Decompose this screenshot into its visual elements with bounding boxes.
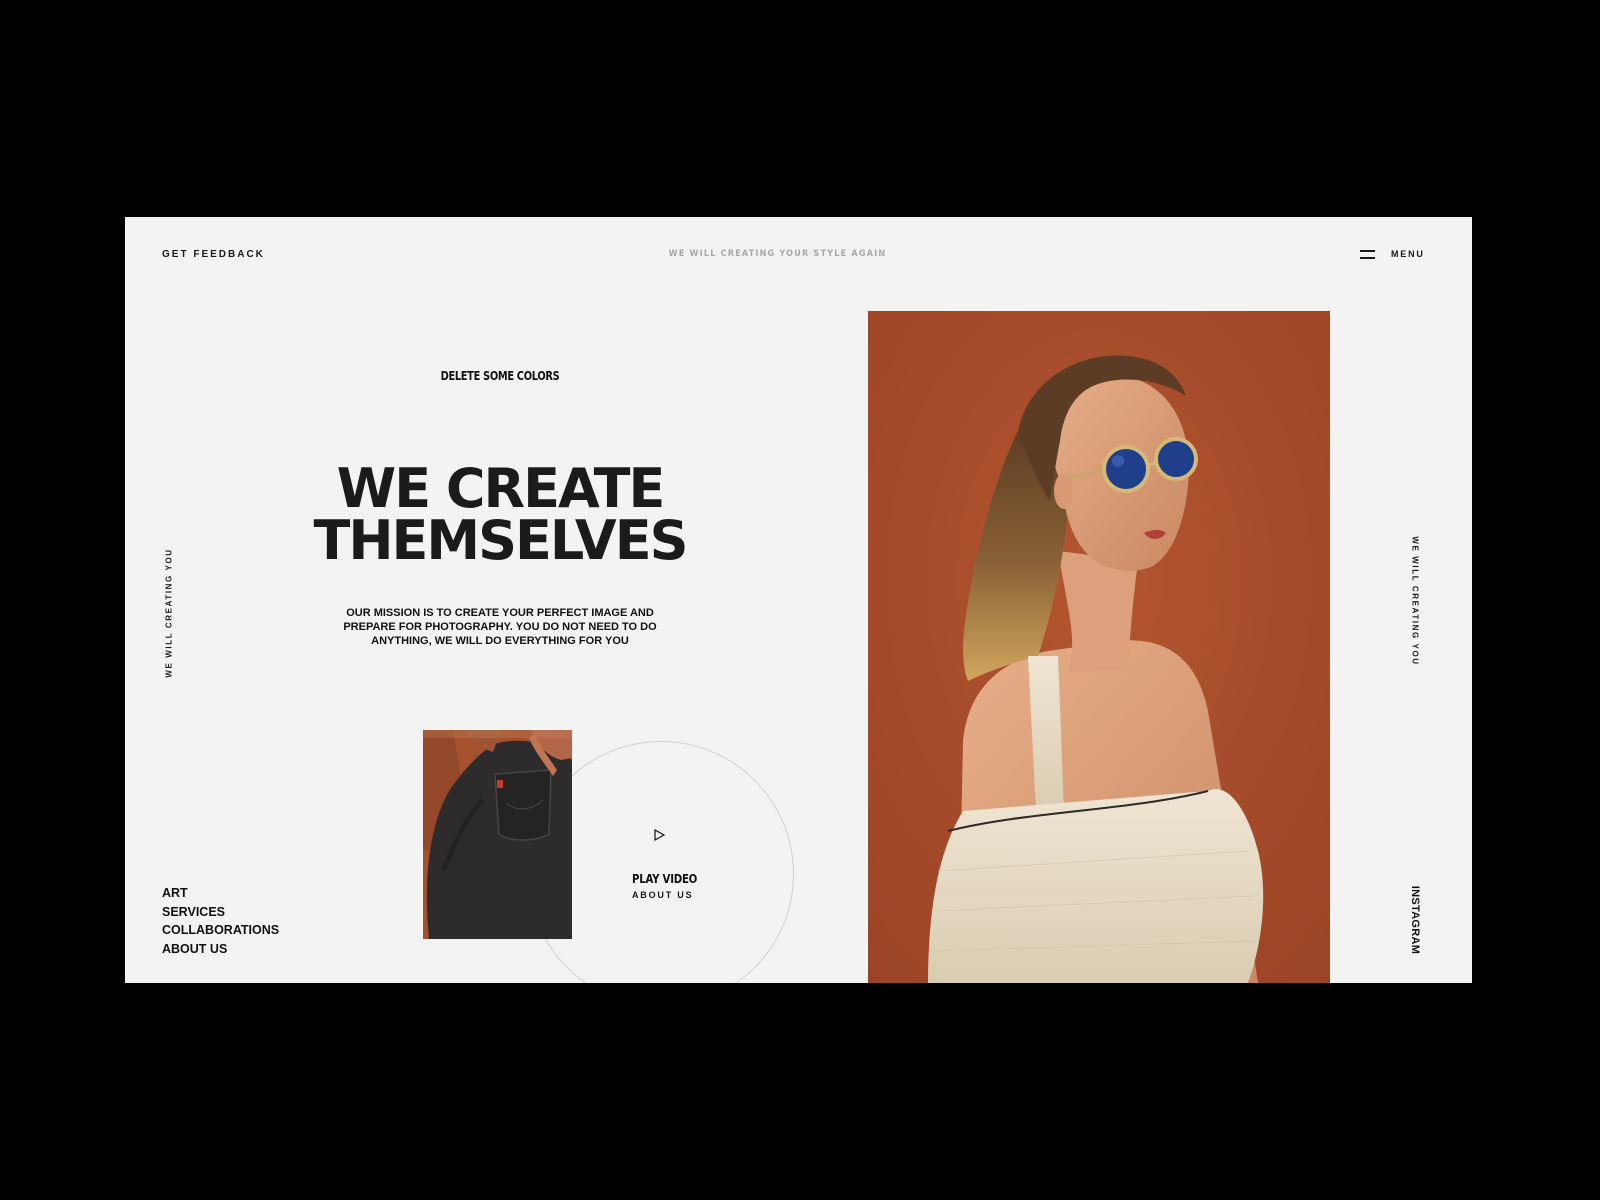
nav-item-services[interactable]: SERVICES [162,903,279,922]
header-tagline: WE WILL CREATING YOUR STYLE AGAIN [668,249,887,259]
nav-item-art[interactable]: ART [162,884,279,903]
title-line-2: THEMSELVES [313,509,689,572]
jeans-photo-illustration [423,730,572,939]
title-line-1: WE CREATE [336,457,666,520]
hamburger-icon [1360,249,1375,259]
menu-button[interactable]: MENU [1360,249,1425,259]
landing-page: GET FEEDBACK WE WILL CREATING YOUR STYLE… [125,217,1472,983]
about-us-link[interactable]: ABOUT US [632,890,693,900]
woman-sunglasses-illustration [868,311,1330,983]
hero-photo [868,311,1330,983]
menu-label: MENU [1391,249,1425,259]
instagram-link[interactable]: INSTAGRAM [1409,886,1421,955]
jeans-thumbnail [423,730,572,939]
eyebrow-text: DELETE SOME COLORS [440,369,560,383]
play-icon[interactable] [652,828,666,842]
mission-text: OUR MISSION IS TO CREATE YOUR PERFECT IM… [343,607,657,647]
right-vertical-caption: WE WILL CREATING YOU [1410,536,1420,666]
play-video-button[interactable]: PLAY VIDEO [632,872,697,886]
nav-item-about-us[interactable]: ABOUT US [162,940,279,959]
page-title: WE CREATE THEMSELVES [265,457,735,572]
left-vertical-caption: WE WILL CREATING YOU [164,548,174,678]
nav-item-collaborations[interactable]: COLLABORATIONS [162,921,279,940]
bottom-nav: ART SERVICES COLLABORATIONS ABOUT US [162,884,279,958]
